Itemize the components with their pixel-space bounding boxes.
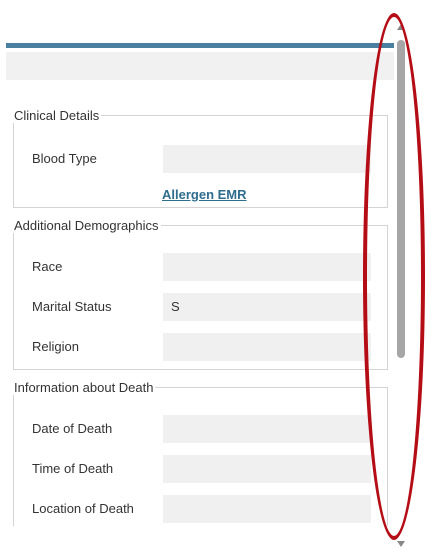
time-of-death-label: Time of Death [32,461,114,476]
information-about-death-section: Information about Death Date of Death Ti… [13,380,388,526]
clinical-details-section: Clinical Details Blood Type Allergen EMR [13,108,388,208]
location-of-death-field[interactable] [163,495,371,523]
vertical-scrollbar[interactable] [394,20,408,550]
header-accent-bar [6,43,395,48]
header-toolbar [6,52,395,80]
date-of-death-row: Date of Death [14,415,387,445]
date-of-death-label: Date of Death [32,421,113,436]
race-label: Race [32,259,63,274]
blood-type-label: Blood Type [32,151,97,166]
clinical-details-legend: Clinical Details [14,108,100,123]
information-about-death-legend: Information about Death [14,380,154,395]
additional-demographics-section: Additional Demographics Race Marital Sta… [13,218,388,370]
additional-demographics-legend: Additional Demographics [14,218,159,233]
blood-type-row: Blood Type [14,145,387,175]
race-field[interactable] [163,253,371,281]
scrollbar-thumb[interactable] [397,40,405,358]
allergen-emr-link[interactable]: Allergen EMR [162,187,247,202]
religion-label: Religion [32,339,79,354]
form-content: Clinical Details Blood Type Allergen EMR… [6,80,395,526]
marital-status-label: Marital Status [32,299,112,314]
religion-field[interactable] [163,333,371,361]
time-of-death-row: Time of Death [14,455,387,485]
date-of-death-field[interactable] [163,415,371,443]
marital-status-row: Marital Status S [14,293,387,323]
race-row: Race [14,253,387,283]
scroll-up-arrow-icon[interactable] [397,24,405,30]
time-of-death-field[interactable] [163,455,371,483]
location-of-death-row: Location of Death [14,495,387,525]
marital-status-field[interactable]: S [163,293,371,321]
blood-type-field[interactable] [163,145,371,173]
scroll-down-arrow-icon[interactable] [397,541,405,547]
location-of-death-label: Location of Death [32,501,134,516]
religion-row: Religion [14,333,387,363]
